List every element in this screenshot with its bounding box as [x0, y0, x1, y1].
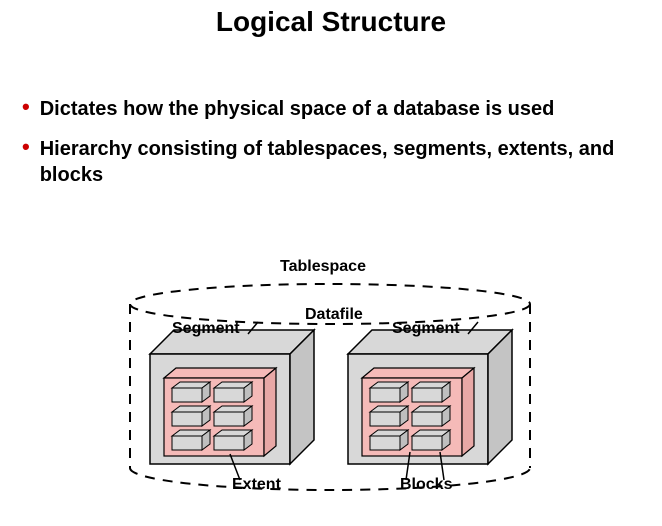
slide-title: Logical Structure [0, 0, 662, 38]
label-tablespace: Tablespace [280, 258, 366, 276]
bullet-marker-icon: • [22, 136, 30, 158]
tablespace-diagram: Tablespace Datafile Segment Segment Exte… [110, 258, 550, 518]
label-segment-right: Segment [392, 320, 460, 338]
label-datafile: Datafile [305, 306, 363, 324]
diagram-svg [110, 258, 550, 518]
bullet-item: • Dictates how the physical space of a d… [22, 96, 640, 122]
bullet-text: Dictates how the physical space of a dat… [40, 96, 555, 122]
label-segment-left: Segment [172, 320, 240, 338]
bullet-text: Hierarchy consisting of tablespaces, seg… [40, 136, 640, 188]
label-blocks: Blocks [400, 476, 452, 494]
bullet-marker-icon: • [22, 96, 30, 118]
bullet-list: • Dictates how the physical space of a d… [22, 96, 640, 188]
slide: Logical Structure • Dictates how the phy… [0, 0, 662, 526]
bullet-item: • Hierarchy consisting of tablespaces, s… [22, 136, 640, 188]
label-extent: Extent [232, 476, 281, 494]
